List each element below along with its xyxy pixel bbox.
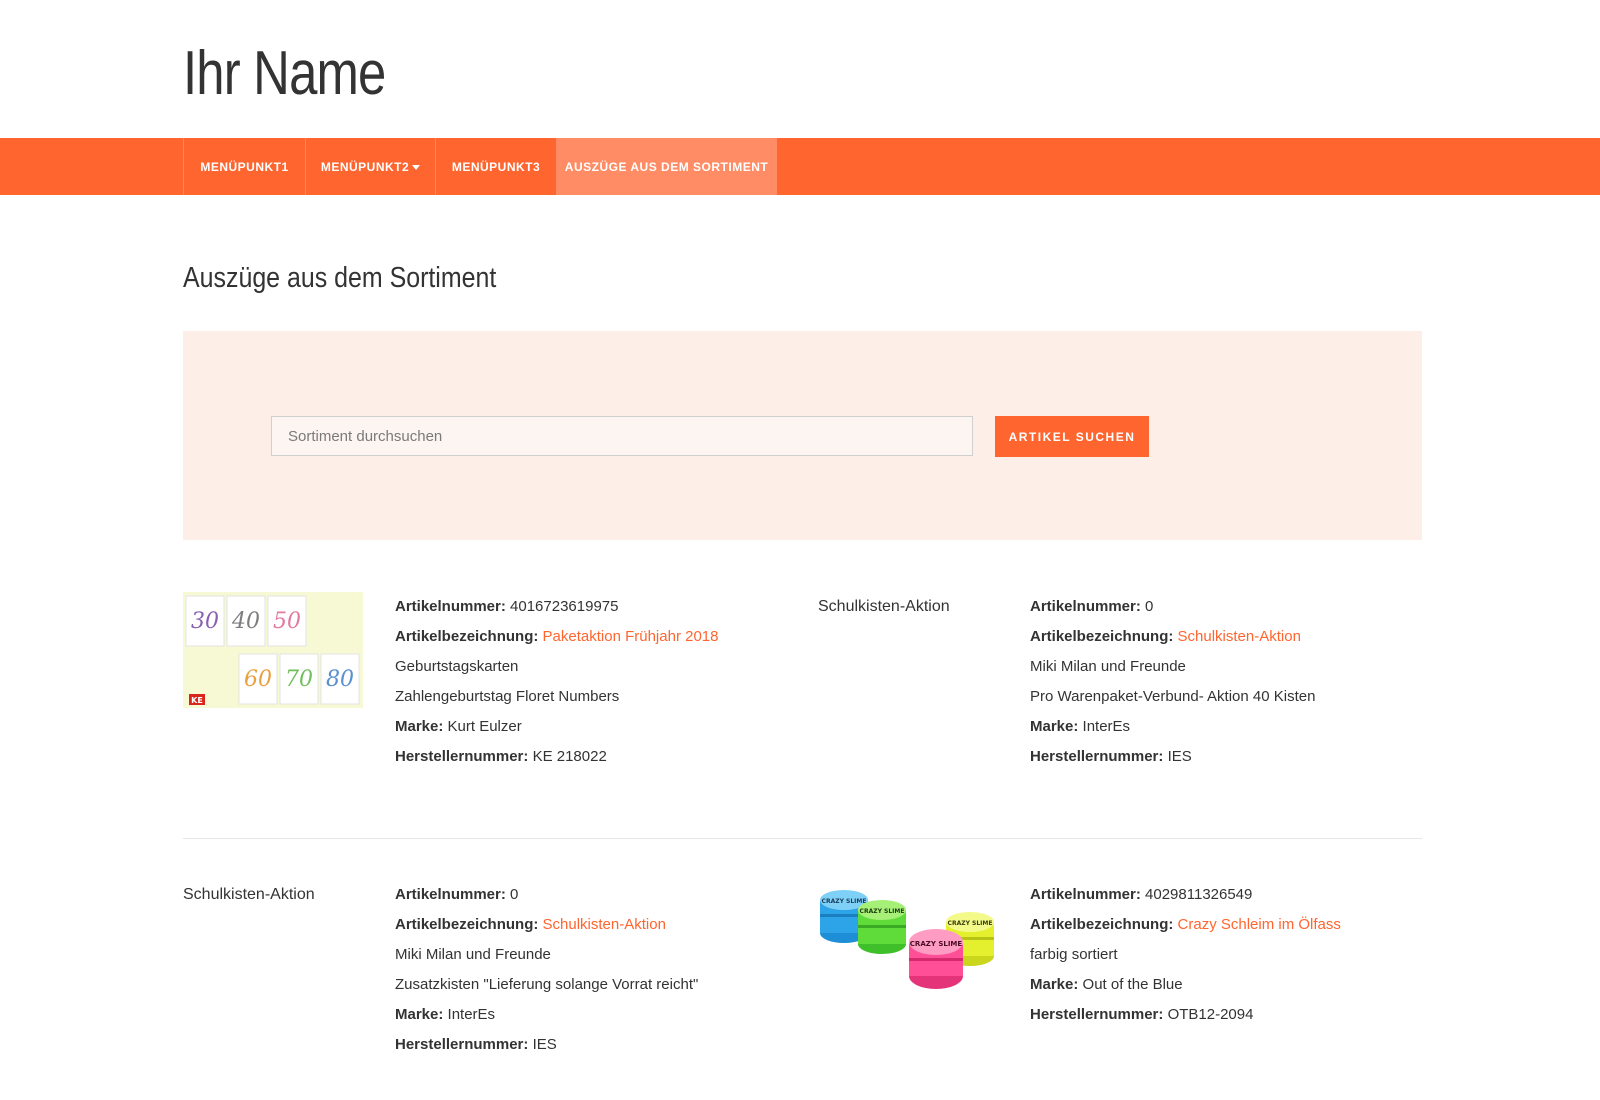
herstellernummer-row: Herstellernummer: IES (1030, 748, 1192, 765)
search-input[interactable] (271, 416, 973, 456)
marke-value: InterEs (1082, 718, 1131, 735)
herstellernummer-value: IES (1167, 748, 1192, 765)
card-number: 70 (285, 667, 313, 692)
slime-barrels-image: CRAZY SLIME CRAZY SLIME CRAZY SLIME CRAZ… (820, 890, 994, 989)
herstellernummer-row: Herstellernummer: IES (395, 1036, 557, 1053)
product-detail: farbig sortiert (1030, 946, 1118, 963)
search-panel: ARTIKEL SUCHEN (183, 331, 1422, 540)
product-detail: Geburtstagskarten (395, 658, 519, 675)
artikelbezeichnung-row: Artikelbezeichnung: Paketaktion Frühjahr… (395, 628, 719, 645)
product-item: Artikelnummer: 4016723619975 Artikelbeze… (395, 592, 718, 772)
nav-item-label: MENÜPUNKT3 (451, 159, 541, 174)
product-item: Artikelnummer: 0 Artikelbezeichnung: Sch… (1030, 592, 1315, 772)
product-image-geburtstagskarten[interactable]: 30 40 50 60 70 80 KE (183, 592, 363, 708)
card-number: 40 (231, 609, 260, 634)
row-divider (183, 838, 1422, 839)
product-item: Artikelnummer: 4029811326549 Artikelbeze… (1030, 880, 1341, 1030)
site-title[interactable]: Ihr Name (183, 38, 386, 109)
herstellernummer-row: Herstellernummer: KE 218022 (395, 748, 607, 765)
main-navbar: MENÜPUNKT1 MENÜPUNKT2 MENÜPUNKT3 AUSZÜGE… (0, 138, 1600, 195)
brand-logo: KE (191, 696, 203, 705)
marke-row: Marke: InterEs (395, 1006, 496, 1023)
product-detail: Zahlengeburtstag Floret Numbers (395, 688, 620, 705)
nav-item-label: MENÜPUNKT2 (320, 159, 410, 174)
product-link[interactable]: Schulkisten-Aktion (543, 916, 666, 933)
card-number: 80 (326, 667, 354, 692)
artikelbezeichnung-row: Artikelbezeichnung: Crazy Schleim im Ölf… (1030, 916, 1341, 933)
product-detail: Miki Milan und Freunde (395, 946, 551, 963)
product-link[interactable]: Paketaktion Frühjahr 2018 (543, 628, 719, 645)
marke-value: Out of the Blue (1082, 976, 1183, 993)
product-item: Artikelnummer: 0 Artikelbezeichnung: Sch… (395, 880, 698, 1060)
slime-label: CRAZY SLIME (860, 908, 905, 915)
card-number: 50 (273, 609, 301, 634)
artikelbezeichnung-row: Artikelbezeichnung: Schulkisten-Aktion (395, 916, 666, 933)
caret-down-icon (412, 164, 421, 170)
herstellernummer-row: Herstellernummer: OTB12-2094 (1030, 1006, 1254, 1023)
product-image-crazy-schleim[interactable]: CRAZY SLIME CRAZY SLIME CRAZY SLIME CRAZ… (818, 878, 1000, 1002)
slime-label: CRAZY SLIME (822, 898, 867, 905)
nav-item-menuepunkt3[interactable]: MENÜPUNKT3 (435, 138, 556, 195)
herstellernummer-value: IES (532, 1036, 557, 1053)
birthday-cards-image: 30 40 50 60 70 80 KE (183, 592, 363, 708)
artikelnummer-value: 0 (510, 886, 519, 903)
product-image-alt[interactable]: Schulkisten-Aktion (183, 886, 315, 904)
marke-value: Kurt Eulzer (447, 718, 522, 735)
herstellernummer-value: KE 218022 (532, 748, 607, 765)
marke-row: Marke: Kurt Eulzer (395, 718, 522, 735)
nav-item-menuepunkt1[interactable]: MENÜPUNKT1 (183, 138, 305, 195)
product-detail: Zusatzkisten "Lieferung solange Vorrat r… (395, 976, 699, 993)
nav-item-label: MENÜPUNKT1 (200, 159, 289, 174)
artikelnummer-value: 4029811326549 (1145, 886, 1253, 903)
herstellernummer-value: OTB12-2094 (1167, 1006, 1254, 1023)
nav-item-label: AUSZÜGE AUS DEM SORTIMENT (564, 159, 769, 174)
artikelnummer-row: Artikelnummer: 0 (1030, 598, 1154, 615)
marke-value: InterEs (447, 1006, 496, 1023)
marke-row: Marke: Out of the Blue (1030, 976, 1183, 993)
product-detail: Pro Warenpaket-Verbund- Aktion 40 Kisten (1030, 688, 1316, 705)
nav-item-sortiment[interactable]: AUSZÜGE AUS DEM SORTIMENT (556, 138, 777, 195)
search-button[interactable]: ARTIKEL SUCHEN (995, 416, 1149, 457)
marke-row: Marke: InterEs (1030, 718, 1131, 735)
product-link[interactable]: Crazy Schleim im Ölfass (1178, 916, 1341, 933)
nav-item-menuepunkt2[interactable]: MENÜPUNKT2 (305, 138, 435, 195)
slime-label: CRAZY SLIME (948, 920, 993, 927)
artikelnummer-row: Artikelnummer: 0 (395, 886, 519, 903)
artikelnummer-value: 0 (1145, 598, 1154, 615)
artikelnummer-row: Artikelnummer: 4029811326549 (1030, 886, 1253, 903)
card-number: 30 (191, 609, 219, 634)
artikelnummer-value: 4016723619975 (510, 598, 619, 615)
slime-label: CRAZY SLIME (910, 940, 963, 948)
product-link[interactable]: Schulkisten-Aktion (1178, 628, 1301, 645)
card-number: 60 (244, 667, 272, 692)
page-title: Auszüge aus dem Sortiment (183, 262, 497, 294)
product-image-alt[interactable]: Schulkisten-Aktion (818, 598, 950, 616)
product-detail: Miki Milan und Freunde (1030, 658, 1186, 675)
artikelbezeichnung-row: Artikelbezeichnung: Schulkisten-Aktion (1030, 628, 1301, 645)
nav-menu: MENÜPUNKT1 MENÜPUNKT2 MENÜPUNKT3 AUSZÜGE… (183, 138, 777, 195)
artikelnummer-row: Artikelnummer: 4016723619975 (395, 598, 619, 615)
